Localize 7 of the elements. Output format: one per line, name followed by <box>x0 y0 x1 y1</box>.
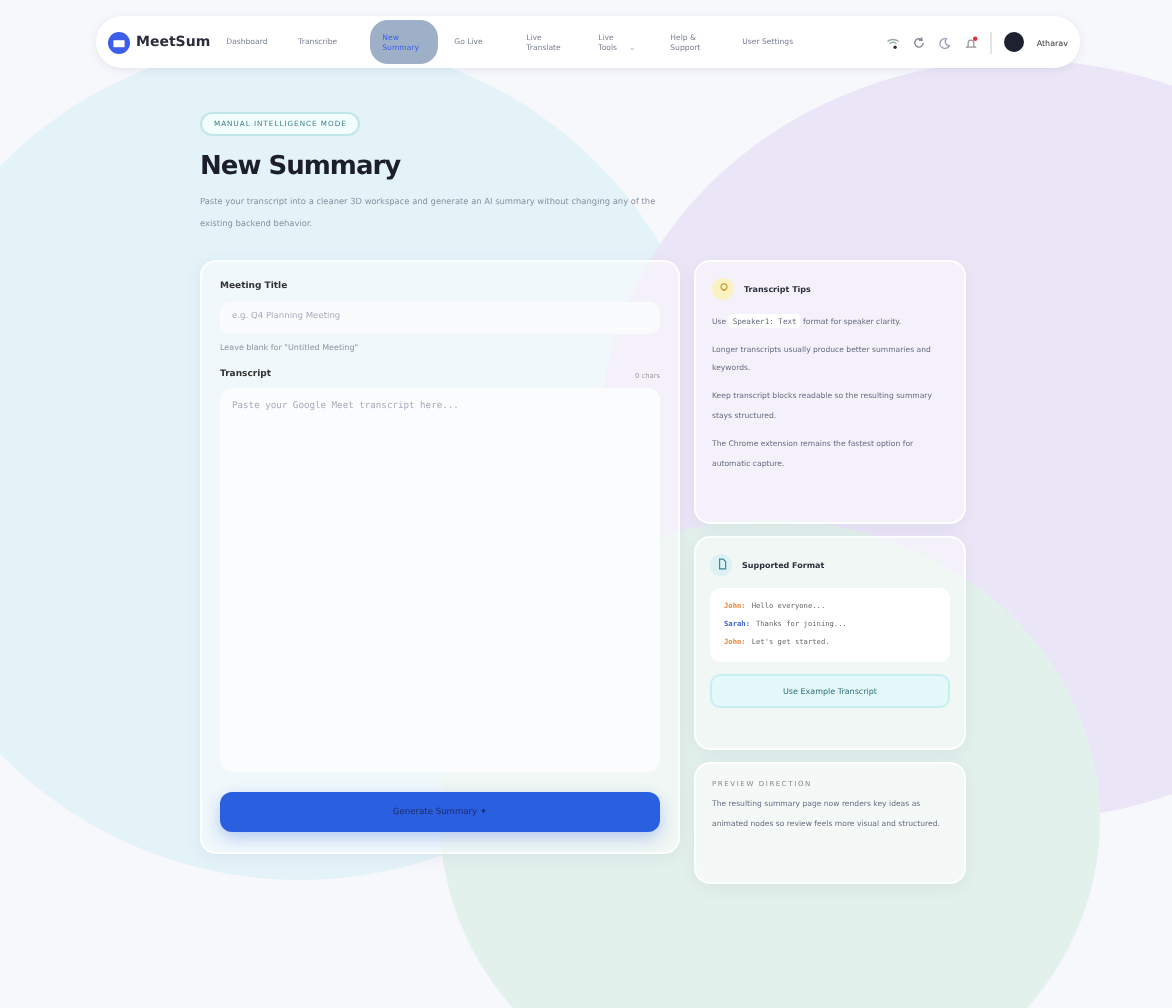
bell-icon[interactable] <box>964 35 979 49</box>
avatar-icon[interactable] <box>1004 32 1025 52</box>
wifi-icon[interactable] <box>886 35 901 49</box>
refresh-icon[interactable] <box>912 35 927 49</box>
moon-icon[interactable] <box>938 35 953 49</box>
logo-icon <box>108 31 130 53</box>
page-title: New Summary <box>200 152 403 182</box>
